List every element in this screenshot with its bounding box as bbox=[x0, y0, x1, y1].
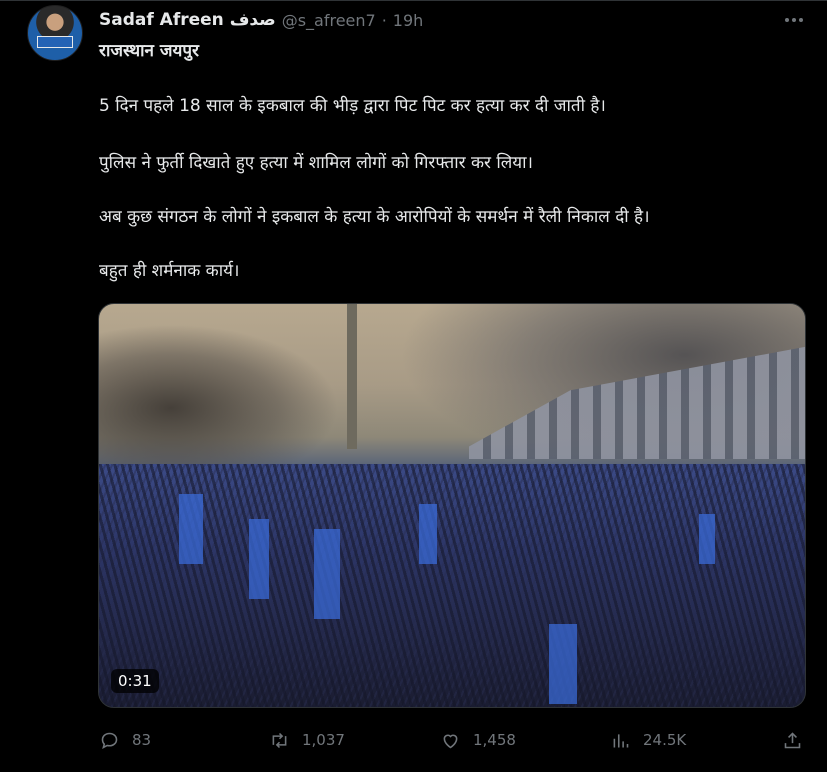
like-count: 1,458 bbox=[473, 731, 516, 749]
tweet-paragraph: पुलिस ने फुर्ती दिखाते हुए हत्या में शाम… bbox=[99, 153, 533, 173]
more-icon bbox=[785, 18, 789, 22]
video-frame-flag bbox=[699, 514, 715, 564]
reply-count: 83 bbox=[132, 731, 152, 749]
video-frame-flag bbox=[314, 529, 340, 619]
like-button[interactable]: 1,458 bbox=[440, 728, 516, 752]
tweet-location-line: राजस्थान जयपुर bbox=[99, 41, 199, 61]
repost-button[interactable]: 1,037 bbox=[269, 728, 345, 752]
heart-icon bbox=[443, 734, 458, 748]
avatar-banner-graphic bbox=[37, 36, 73, 48]
more-button[interactable] bbox=[780, 8, 808, 32]
tweet-paragraph: 5 दिन पहले 18 साल के इकबाल की भीड़ द्वार… bbox=[99, 96, 606, 116]
author-handle[interactable]: @s_afreen7 bbox=[282, 11, 376, 30]
video-frame-flag bbox=[419, 504, 437, 564]
author-name[interactable]: Sadaf Afreen صدف bbox=[99, 10, 276, 30]
reply-icon bbox=[101, 732, 118, 749]
share-icon bbox=[784, 731, 801, 748]
video-frame-flag bbox=[249, 519, 269, 599]
video-frame-flag bbox=[179, 494, 203, 564]
share-button[interactable] bbox=[782, 728, 803, 752]
video-frame-flag bbox=[549, 624, 577, 704]
top-divider bbox=[0, 0, 827, 1]
video-frame-trees bbox=[99, 324, 339, 464]
analytics-icon bbox=[613, 733, 629, 747]
tweet-paragraph: अब कुछ संगठन के लोगों ने इकबाल के हत्या … bbox=[99, 207, 650, 227]
repost-icon bbox=[272, 732, 287, 748]
time-separator: · bbox=[381, 10, 387, 30]
avatar[interactable] bbox=[27, 5, 83, 61]
tweet-header: Sadaf Afreen صدف @s_afreen7 · 19h bbox=[99, 8, 423, 32]
tweet-paragraph: बहुत ही शर्मनाक कार्य। bbox=[99, 261, 240, 281]
reply-button[interactable]: 83 bbox=[99, 728, 151, 752]
video-frame-crowd bbox=[99, 464, 805, 707]
repost-count: 1,037 bbox=[302, 731, 345, 749]
tweet-time[interactable]: 19h bbox=[393, 11, 424, 30]
views-button[interactable]: 24.5K bbox=[610, 728, 686, 752]
video-duration-badge: 0:31 bbox=[111, 669, 159, 693]
action-bar: 83 1,037 1,458 24.5K bbox=[99, 728, 809, 752]
views-count: 24.5K bbox=[643, 731, 687, 749]
video-player[interactable]: 0:31 bbox=[98, 303, 806, 708]
video-frame-pole bbox=[347, 304, 357, 449]
